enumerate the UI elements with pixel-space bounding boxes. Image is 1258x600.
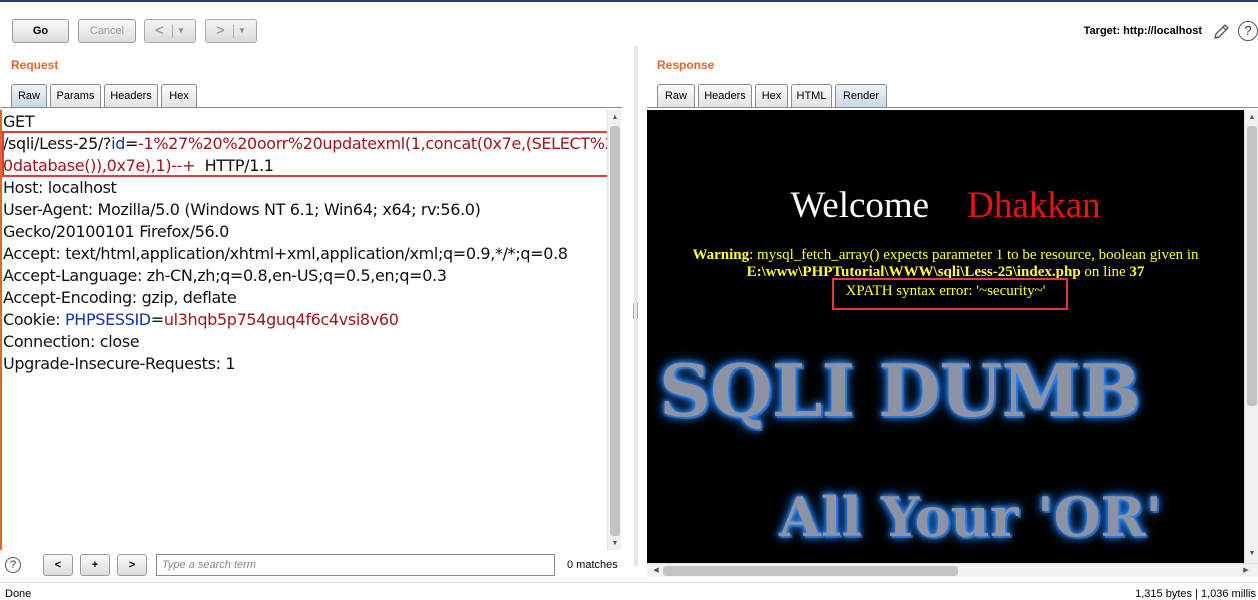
search-match-count: 0 matches <box>567 559 618 571</box>
back-button[interactable]: < ▼ <box>144 19 196 43</box>
cookie-value: ul3hqb5p754guq4f6c4vsi8v60 <box>163 310 399 329</box>
search-add-button[interactable]: + <box>80 554 110 576</box>
help-icon[interactable]: ? <box>1238 21 1258 41</box>
php-warning-line: Warning: mysql_fetch_array() expects par… <box>647 247 1244 264</box>
header-accept-language: Accept-Language: zh-CN,zh;q=0.8,en-US;q=… <box>3 266 447 285</box>
back-arrow-icon: < <box>155 22 164 39</box>
response-hscroll-thumb[interactable] <box>663 566 958 576</box>
response-title: Response <box>657 58 715 72</box>
tab-request-headers[interactable]: Headers <box>104 84 158 107</box>
forward-button[interactable]: > ▼ <box>205 19 257 43</box>
scroll-right-arrow-icon[interactable]: ▶ <box>1239 565 1253 577</box>
welcome-heading: Welcome Dhakkan <box>647 184 1244 227</box>
header-accept: Accept: text/html,application/xhtml+xml,… <box>3 244 568 263</box>
request-tabs-underline <box>1 107 622 108</box>
request-line-method: GET <box>3 112 35 131</box>
search-previous-button[interactable]: < <box>43 554 73 576</box>
response-scroll-up-arrow-icon[interactable]: ▲ <box>1245 112 1258 124</box>
forward-arrow-icon: > <box>216 22 225 39</box>
back-history-dropdown-icon[interactable]: ▼ <box>177 20 185 42</box>
all-your-or-banner: All Your 'OR' <box>779 485 1163 549</box>
warning-line-number: 37 <box>1129 264 1145 280</box>
search-help-icon[interactable]: ? <box>5 557 21 573</box>
response-horizontal-scrollbar[interactable]: ◀ ▶ <box>647 563 1258 577</box>
status-text: Done <box>5 588 32 600</box>
edit-target-pencil-icon[interactable] <box>1211 22 1231 42</box>
response-render-view: Welcome Dhakkan Warning: mysql_fetch_arra… <box>647 110 1244 563</box>
welcome-name: Dhakkan <box>967 185 1101 226</box>
splitter-grip-icon[interactable] <box>633 303 638 319</box>
scroll-up-arrow-icon[interactable]: ▲ <box>608 112 622 124</box>
tab-response-render[interactable]: Render <box>835 84 887 107</box>
response-stats: 1,315 bytes | 1,036 millis <box>1135 588 1256 600</box>
status-bar: Done 1,315 bytes | 1,036 millis <box>0 582 1258 600</box>
tab-request-raw[interactable]: Raw <box>11 84 47 107</box>
header-user-agent: User-Agent: Mozilla/5.0 (Windows NT 6.1;… <box>3 200 481 219</box>
warning-text: : mysql_fetch_array() expects parameter … <box>749 247 1199 263</box>
tab-response-html[interactable]: HTML <box>791 84 832 107</box>
forward-history-dropdown-icon[interactable]: ▼ <box>238 20 246 42</box>
tab-response-hex[interactable]: Hex <box>755 84 788 107</box>
cookie-equals: = <box>150 310 164 329</box>
payload-highlight-box <box>2 131 607 177</box>
warning-label: Warning <box>692 247 750 263</box>
tab-response-headers[interactable]: Headers <box>698 84 752 107</box>
header-upgrade-insecure: Upgrade-Insecure-Requests: 1 <box>3 354 236 373</box>
header-host: Host: localhost <box>3 178 117 197</box>
request-raw-editor[interactable]: GET /sqli/Less-25/?id=-1%27%20%20oorr%20… <box>0 110 607 550</box>
response-tabs-underline <box>647 107 1258 108</box>
cancel-button[interactable]: Cancel <box>78 19 136 43</box>
cookie-label: Cookie: <box>3 310 65 329</box>
xpath-highlight-box <box>832 278 1068 310</box>
request-scroll-thumb[interactable] <box>610 126 620 536</box>
header-user-agent-cont: Gecko/20100101 Firefox/56.0 <box>3 222 229 241</box>
tab-response-raw[interactable]: Raw <box>657 84 695 107</box>
scroll-left-arrow-icon[interactable]: ◀ <box>649 565 663 577</box>
request-title: Request <box>11 58 59 72</box>
welcome-text: Welcome <box>790 185 930 226</box>
sqli-dumb-banner: SQLI DUMB <box>659 348 1141 433</box>
response-scroll-down-arrow-icon[interactable]: ▼ <box>1245 548 1258 560</box>
scroll-down-arrow-icon[interactable]: ▼ <box>608 538 622 550</box>
cookie-name: PHPSESSID <box>64 310 151 329</box>
window-top-border <box>0 0 1258 2</box>
tab-request-hex[interactable]: Hex <box>161 84 197 107</box>
target-label: Target: http://localhost <box>1083 25 1202 37</box>
header-accept-encoding: Accept-Encoding: gzip, deflate <box>3 288 237 307</box>
header-connection: Connection: close <box>3 332 140 351</box>
response-scroll-thumb[interactable] <box>1247 126 1257 406</box>
search-next-button[interactable]: > <box>117 554 147 576</box>
back-button-divider <box>172 25 173 38</box>
request-vertical-scrollbar[interactable]: ▲ ▼ <box>607 110 621 550</box>
warning-online-text: on line <box>1080 264 1130 280</box>
header-cookie: Cookie: PHPSESSID=ul3hqb5p754guq4f6c4vsi… <box>3 309 399 331</box>
tab-request-params[interactable]: Params <box>50 84 101 107</box>
forward-button-divider <box>233 25 234 38</box>
response-vertical-scrollbar[interactable]: ▲ ▼ <box>1244 110 1258 563</box>
search-input[interactable]: Type a search term <box>156 554 555 576</box>
go-button[interactable]: Go <box>12 19 69 43</box>
